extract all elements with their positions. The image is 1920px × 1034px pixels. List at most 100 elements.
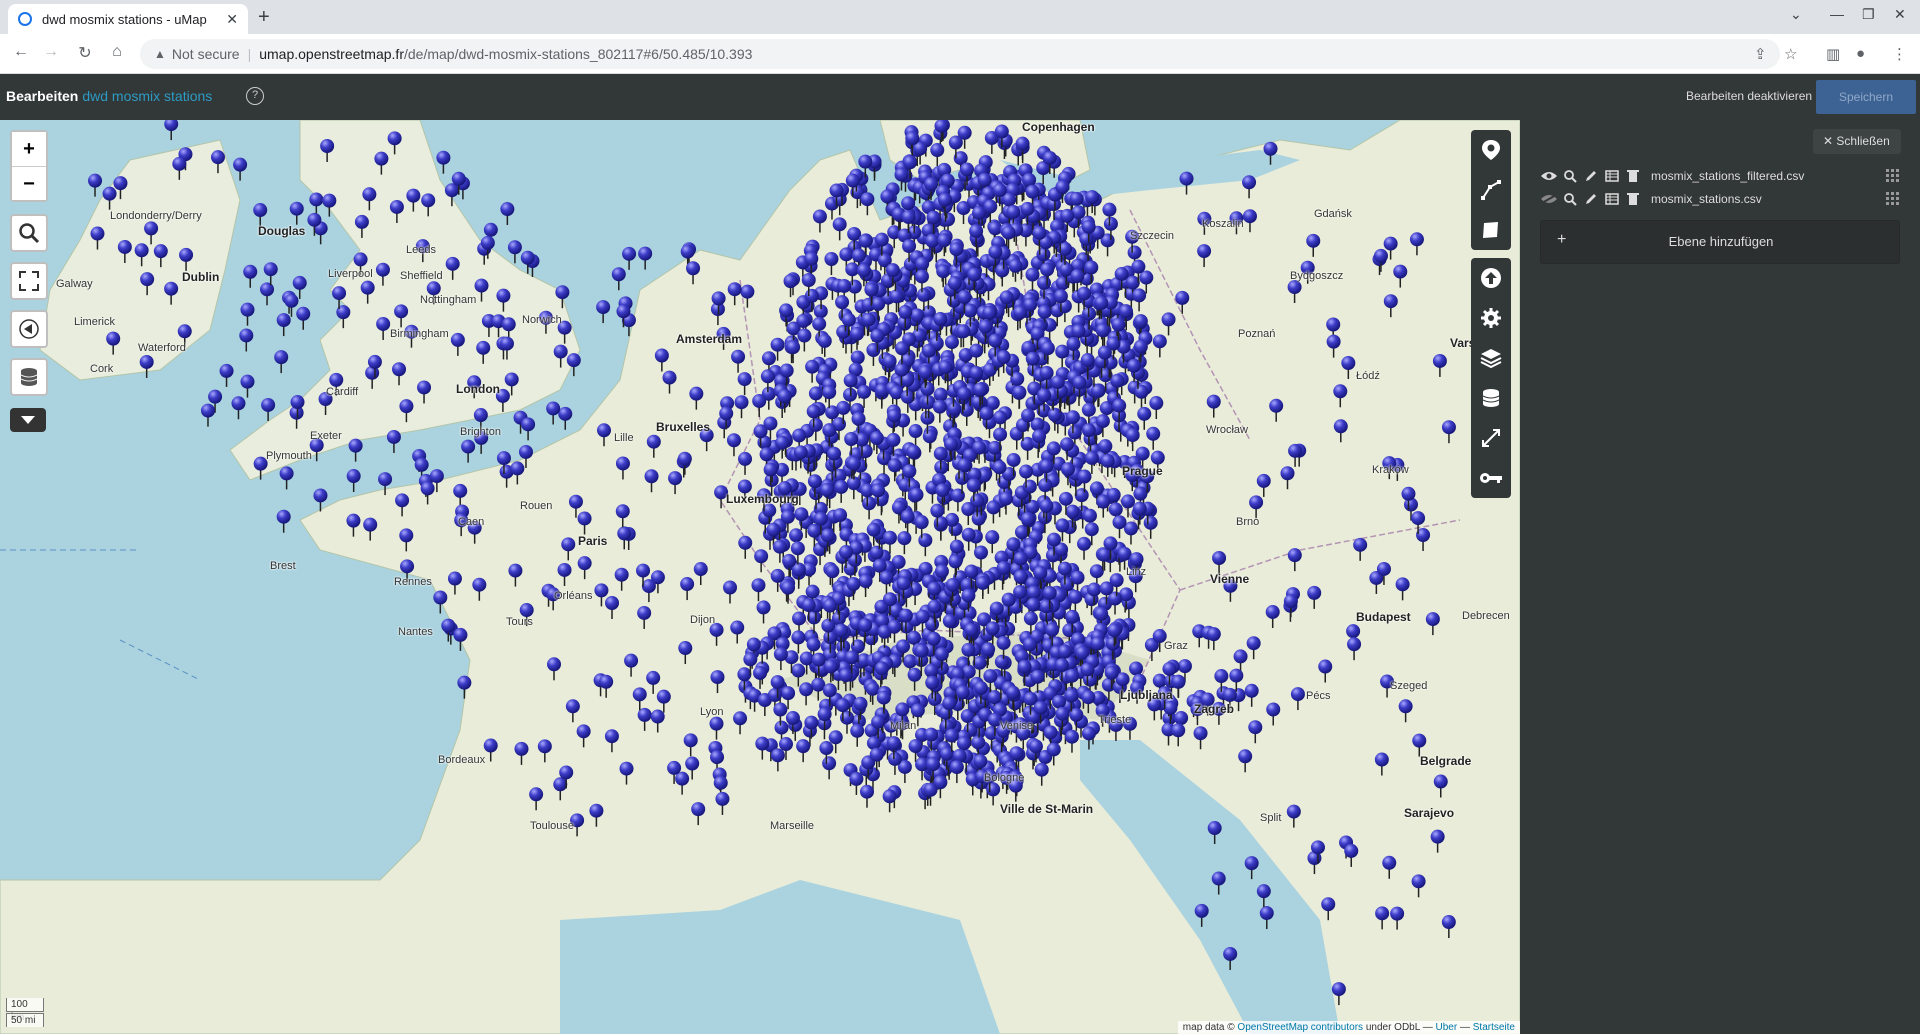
station-marker[interactable] bbox=[387, 131, 402, 155]
back-icon[interactable]: ← bbox=[10, 43, 32, 61]
station-marker[interactable] bbox=[641, 579, 656, 603]
station-marker[interactable] bbox=[500, 202, 515, 226]
station-marker[interactable] bbox=[1197, 244, 1212, 268]
drag-handle-icon[interactable] bbox=[1886, 192, 1900, 206]
station-marker[interactable] bbox=[1259, 906, 1274, 930]
station-marker[interactable] bbox=[1286, 804, 1301, 828]
station-marker[interactable] bbox=[496, 288, 511, 312]
station-marker[interactable] bbox=[727, 282, 742, 306]
station-marker[interactable] bbox=[1123, 521, 1138, 545]
station-marker[interactable] bbox=[1393, 264, 1408, 288]
station-marker[interactable] bbox=[882, 789, 897, 813]
station-marker[interactable] bbox=[1347, 637, 1362, 661]
station-marker[interactable] bbox=[1290, 687, 1305, 711]
station-marker[interactable] bbox=[476, 340, 491, 364]
station-marker[interactable] bbox=[362, 187, 377, 211]
station-marker[interactable] bbox=[1249, 495, 1264, 519]
station-marker[interactable] bbox=[887, 619, 902, 643]
station-marker[interactable] bbox=[715, 791, 730, 815]
station-marker[interactable] bbox=[933, 775, 948, 799]
station-marker[interactable] bbox=[453, 483, 468, 507]
station-marker[interactable] bbox=[546, 401, 561, 425]
save-button[interactable]: Speichern bbox=[1816, 80, 1916, 114]
station-marker[interactable] bbox=[791, 630, 806, 654]
station-marker[interactable] bbox=[1034, 762, 1049, 786]
station-marker[interactable] bbox=[1244, 856, 1259, 880]
station-marker[interactable] bbox=[577, 556, 592, 580]
station-marker[interactable] bbox=[296, 306, 311, 330]
search-button[interactable] bbox=[10, 214, 48, 252]
station-marker[interactable] bbox=[389, 199, 404, 223]
station-marker[interactable] bbox=[777, 389, 792, 413]
browser-tab[interactable]: dwd mosmix stations - uMap ✕ bbox=[8, 4, 248, 34]
station-marker[interactable] bbox=[753, 665, 768, 689]
station-marker[interactable] bbox=[731, 349, 746, 373]
station-marker[interactable] bbox=[1318, 659, 1333, 683]
map-canvas[interactable]: Londonderry/Derry Douglas Dublin Galway Lime… bbox=[0, 120, 1520, 1034]
station-marker[interactable] bbox=[1149, 396, 1164, 420]
station-marker[interactable] bbox=[322, 193, 337, 217]
station-marker[interactable] bbox=[421, 193, 436, 217]
station-marker[interactable] bbox=[589, 803, 604, 827]
station-marker[interactable] bbox=[1064, 729, 1079, 753]
station-marker[interactable] bbox=[959, 402, 974, 426]
station-marker[interactable] bbox=[726, 433, 741, 457]
disable-edit-button[interactable]: Bearbeiten deaktivieren bbox=[1686, 89, 1812, 103]
station-marker[interactable] bbox=[276, 313, 291, 337]
station-marker[interactable] bbox=[738, 451, 753, 475]
station-marker[interactable] bbox=[240, 302, 255, 326]
station-marker[interactable] bbox=[866, 342, 881, 366]
station-marker[interactable] bbox=[686, 261, 701, 285]
station-marker[interactable] bbox=[1030, 669, 1045, 693]
station-marker[interactable] bbox=[1321, 897, 1336, 921]
station-marker[interactable] bbox=[547, 657, 562, 681]
station-marker[interactable] bbox=[860, 192, 875, 216]
station-marker[interactable] bbox=[691, 802, 706, 826]
station-marker[interactable] bbox=[824, 252, 839, 276]
station-marker[interactable] bbox=[140, 272, 155, 296]
station-marker[interactable] bbox=[1077, 536, 1092, 560]
station-marker[interactable] bbox=[1244, 683, 1259, 707]
station-marker[interactable] bbox=[263, 262, 278, 286]
station-marker[interactable] bbox=[918, 533, 933, 557]
station-marker[interactable] bbox=[1395, 577, 1410, 601]
station-marker[interactable] bbox=[646, 434, 661, 458]
station-marker[interactable] bbox=[1263, 141, 1278, 165]
station-marker[interactable] bbox=[799, 682, 814, 706]
station-marker[interactable] bbox=[737, 372, 752, 396]
station-marker[interactable] bbox=[709, 716, 724, 740]
station-marker[interactable] bbox=[1373, 248, 1388, 272]
station-marker[interactable] bbox=[521, 417, 536, 441]
station-marker[interactable] bbox=[1132, 288, 1147, 312]
station-marker[interactable] bbox=[786, 340, 801, 364]
station-marker[interactable] bbox=[756, 600, 771, 624]
station-marker[interactable] bbox=[862, 496, 877, 520]
station-marker[interactable] bbox=[450, 332, 465, 356]
station-marker[interactable] bbox=[474, 278, 489, 302]
station-marker[interactable] bbox=[638, 246, 653, 270]
station-marker[interactable] bbox=[276, 509, 291, 533]
station-marker[interactable] bbox=[1341, 355, 1356, 379]
station-marker[interactable] bbox=[897, 531, 912, 555]
station-marker[interactable] bbox=[770, 748, 785, 772]
station-marker[interactable] bbox=[836, 324, 851, 348]
station-marker[interactable] bbox=[433, 590, 448, 614]
station-marker[interactable] bbox=[922, 429, 937, 453]
station-marker[interactable] bbox=[378, 472, 393, 496]
station-marker[interactable] bbox=[558, 406, 573, 430]
station-marker[interactable] bbox=[153, 244, 168, 268]
station-marker[interactable] bbox=[615, 504, 630, 528]
station-marker[interactable] bbox=[683, 733, 698, 757]
station-marker[interactable] bbox=[1265, 604, 1280, 628]
station-marker[interactable] bbox=[1206, 394, 1221, 418]
station-marker[interactable] bbox=[678, 641, 693, 665]
station-marker[interactable] bbox=[348, 438, 363, 462]
permissions-button[interactable] bbox=[1471, 458, 1511, 498]
station-marker[interactable] bbox=[553, 344, 568, 368]
station-marker[interactable] bbox=[1398, 699, 1413, 723]
station-marker[interactable] bbox=[537, 739, 552, 763]
station-marker[interactable] bbox=[289, 405, 304, 429]
station-marker[interactable] bbox=[751, 578, 766, 602]
station-marker[interactable] bbox=[662, 370, 677, 394]
center-zoom-button[interactable] bbox=[1471, 418, 1511, 458]
